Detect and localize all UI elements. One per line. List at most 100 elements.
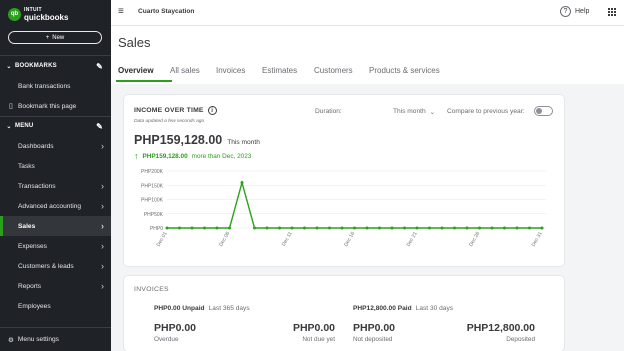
- duration-dropdown[interactable]: This month ⌄: [393, 108, 435, 116]
- not-due-yet-amount[interactable]: PHP0.00: [254, 322, 335, 334]
- data-point: [490, 226, 494, 230]
- data-point: [415, 226, 419, 230]
- sidebar-item-label: Dashboards: [18, 142, 54, 150]
- x-tick-label: Dec 21: [406, 231, 419, 248]
- sidebar-item-bookmark-this-page[interactable]: ▯ Bookmark this page: [0, 96, 111, 116]
- duration-value: This month: [393, 108, 426, 115]
- unpaid-summary: PHP0.00 Unpaid Last 365 days: [154, 305, 250, 312]
- chevron-down-icon: ⌄: [6, 63, 12, 70]
- sidebar-item-label: Customers & leads: [18, 262, 74, 270]
- tab-products-services[interactable]: Products & services: [369, 66, 459, 82]
- company-name: Cuarto Staycation: [138, 8, 195, 15]
- delta-text: more than Dec, 2023: [191, 152, 252, 160]
- help-button[interactable]: ? Help: [560, 6, 589, 17]
- deposited-label: Deposited: [506, 336, 535, 343]
- tab-customers[interactable]: Customers: [314, 66, 369, 82]
- sidebar-item-label: Tasks: [18, 162, 35, 170]
- sidebar-item-reports[interactable]: Reports ›: [0, 276, 111, 296]
- data-point: [515, 226, 519, 230]
- data-point: [528, 226, 531, 230]
- new-button[interactable]: + New: [8, 31, 102, 44]
- sidebar-item-label: Bank transactions: [18, 82, 71, 90]
- income-card-title: INCOME OVER TIME i: [134, 106, 217, 115]
- data-point: [290, 226, 294, 230]
- page-header: Sales Overview All sales Invoices Estima…: [111, 26, 624, 84]
- x-tick-label: Dec 31: [531, 231, 544, 248]
- invoices-title: INVOICES: [134, 286, 169, 293]
- chevron-right-icon: ›: [101, 261, 104, 271]
- info-icon[interactable]: i: [207, 106, 217, 115]
- paid-amount: PHP12,800.00 Paid: [353, 305, 412, 312]
- apps-grid-icon[interactable]: [608, 8, 616, 16]
- data-point: [340, 226, 344, 230]
- x-tick-label: Dec 06: [218, 231, 231, 248]
- data-updated-text: Data updated a few seconds ago: [134, 119, 205, 124]
- sidebar-item-transactions[interactable]: Transactions ›: [0, 176, 111, 196]
- y-tick-label: PHP200K: [141, 169, 164, 175]
- tab-invoices[interactable]: Invoices: [216, 66, 262, 82]
- top-bar: ≡ Cuarto Staycation ? Help: [111, 0, 624, 26]
- pencil-icon[interactable]: ✎: [96, 62, 103, 71]
- paid-summary: PHP12,800.00 Paid Last 30 days: [353, 305, 453, 312]
- chevron-right-icon: ›: [101, 281, 104, 291]
- data-point: [165, 226, 169, 230]
- sidebar-item-customers-leads[interactable]: Customers & leads ›: [0, 256, 111, 276]
- data-point: [278, 226, 281, 230]
- tab-estimates[interactable]: Estimates: [262, 66, 314, 82]
- sidebar-item-label: Bookmark this page: [18, 102, 77, 110]
- sidebar-item-expenses[interactable]: Expenses ›: [0, 236, 111, 256]
- menu-settings-label: Menu settings: [17, 336, 59, 343]
- tab-all-sales[interactable]: All sales: [170, 66, 216, 82]
- income-title-text: INCOME OVER TIME: [134, 107, 204, 114]
- chevron-down-icon: ⌄: [6, 123, 12, 130]
- income-amount: PHP159,128.00 This month: [134, 133, 260, 147]
- pencil-icon[interactable]: ✎: [96, 122, 103, 131]
- data-point: [240, 181, 244, 185]
- duration-label: Duration:: [315, 108, 342, 115]
- sidebar-item-dashboards[interactable]: Dashboards ›: [0, 136, 111, 156]
- data-point: [540, 226, 544, 230]
- arrow-up-icon: ↑: [134, 151, 139, 161]
- x-tick-label: Dec 26: [468, 231, 481, 248]
- chevron-right-icon: ›: [101, 241, 104, 251]
- sidebar-item-advanced-accounting[interactable]: Advanced accounting ›: [0, 196, 111, 216]
- menu-settings-button[interactable]: ⚙ Menu settings: [0, 327, 111, 351]
- help-label: Help: [575, 8, 590, 15]
- sidebar: qb INTUIT quickbooks + New ⌄ BOOKMARKS ✎…: [0, 0, 111, 351]
- compare-previous-year-toggle[interactable]: [534, 106, 553, 116]
- income-delta: ↑ PHP159,128.00 more than Dec, 2023: [134, 151, 251, 161]
- not-deposited-amount[interactable]: PHP0.00: [353, 322, 395, 334]
- qb-logo-icon: qb: [8, 7, 21, 21]
- data-point: [390, 226, 394, 230]
- data-point: [203, 226, 206, 230]
- quickbooks-logo[interactable]: qb INTUIT quickbooks: [8, 7, 68, 22]
- tab-overview[interactable]: Overview: [116, 66, 172, 82]
- sidebar-item-label: Reports: [18, 282, 42, 290]
- gear-icon: ⚙: [8, 336, 14, 344]
- sidebar-item-label: Advanced accounting: [18, 202, 82, 210]
- bookmarks-section-label: BOOKMARKS: [15, 63, 57, 69]
- sidebar-item-tasks[interactable]: Tasks: [0, 156, 111, 176]
- income-series-line: [167, 179, 542, 229]
- overdue-amount[interactable]: PHP0.00: [154, 322, 196, 334]
- delta-amount: PHP159,128.00: [142, 152, 188, 160]
- sidebar-item-label: Transactions: [18, 182, 56, 190]
- sidebar-item-employees[interactable]: Employees: [0, 296, 111, 316]
- sidebar-item-sales[interactable]: Sales ›: [0, 216, 111, 236]
- bookmarks-section-header[interactable]: ⌄ BOOKMARKS ✎: [0, 59, 111, 73]
- collapse-menu-icon[interactable]: ≡: [118, 6, 124, 17]
- sidebar-item-label: Sales: [18, 222, 36, 230]
- divider: [0, 116, 111, 117]
- data-point: [228, 226, 231, 230]
- chevron-right-icon: ›: [101, 141, 104, 151]
- deposited-amount[interactable]: PHP12,800.00: [424, 322, 535, 334]
- sidebar-item-bank-transactions[interactable]: Bank transactions: [0, 76, 111, 96]
- data-point: [478, 226, 481, 230]
- data-point: [353, 226, 356, 230]
- overdue-label: Overdue: [154, 336, 179, 343]
- data-point: [303, 226, 306, 230]
- menu-section-header[interactable]: ⌄ MENU ✎: [0, 119, 111, 133]
- unpaid-amount: PHP0.00 Unpaid: [154, 305, 205, 312]
- data-point: [428, 226, 431, 230]
- help-icon: ?: [560, 6, 571, 17]
